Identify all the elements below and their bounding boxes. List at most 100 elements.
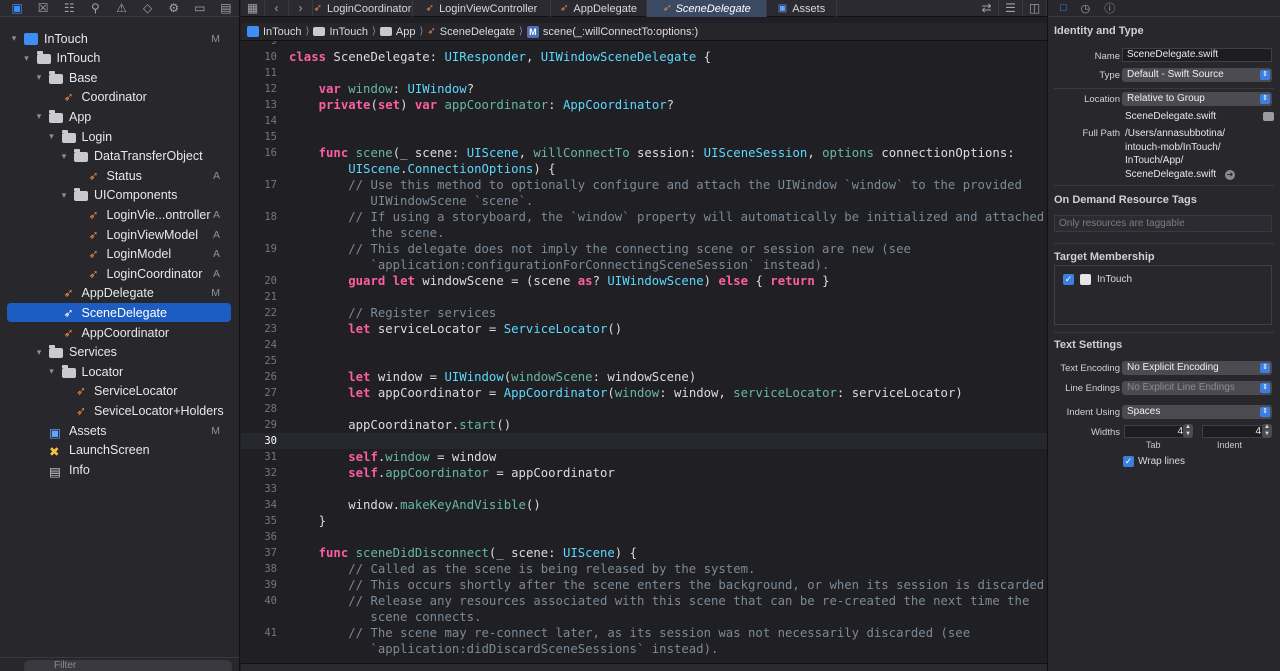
breadcrumb-item[interactable]: InTouch bbox=[247, 26, 302, 38]
code-line[interactable]: // Called as the scene is being released… bbox=[289, 561, 755, 577]
forward-icon[interactable]: › bbox=[289, 0, 313, 16]
tree-item[interactable]: ➶ LoginModel A bbox=[0, 245, 232, 264]
breakpoint-icon[interactable]: ▭ bbox=[187, 0, 213, 17]
debug-icon[interactable]: ⚙ bbox=[161, 0, 187, 17]
filter-input[interactable]: Filter bbox=[24, 660, 232, 671]
code-line[interactable]: let window = UIWindow(windowScene: windo… bbox=[289, 369, 696, 385]
code-line[interactable]: // Use this method to optionally configu… bbox=[289, 177, 1022, 209]
help-inspector-icon[interactable]: ⓘ bbox=[1104, 0, 1115, 16]
breadcrumb-item[interactable]: InTouch bbox=[313, 26, 368, 38]
location-popup[interactable]: Relative to Group ⇕ bbox=[1122, 92, 1272, 106]
disclosure-chevron-icon[interactable]: ▾ bbox=[58, 151, 70, 162]
disclosure-chevron-icon[interactable]: ▾ bbox=[8, 33, 20, 44]
tab-loginviewcontroller[interactable]: ➶ LoginViewController bbox=[413, 0, 551, 17]
test-icon[interactable]: ◇ bbox=[135, 0, 161, 17]
tab-width-field[interactable]: 4 bbox=[1124, 425, 1188, 438]
folder-browse-icon[interactable] bbox=[1263, 112, 1274, 121]
breadcrumb-item[interactable]: Mscene(_:willConnectTo:options:) bbox=[526, 25, 698, 38]
disclosure-chevron-icon[interactable]: ▾ bbox=[33, 111, 45, 122]
tree-item[interactable]: ▾ InTouch bbox=[0, 49, 232, 68]
code-line[interactable]: } bbox=[289, 513, 326, 529]
line-endings-popup[interactable]: No Explicit Line Endings ⇕ bbox=[1122, 381, 1272, 395]
editor-options-icon[interactable]: ☰ bbox=[999, 0, 1023, 16]
disclosure-chevron-icon[interactable]: ▾ bbox=[33, 347, 45, 358]
history-inspector-icon[interactable]: ◷ bbox=[1081, 2, 1091, 15]
code-line[interactable]: var window: UIWindow? bbox=[289, 81, 475, 97]
tree-item[interactable]: ➶ Coordinator bbox=[0, 88, 232, 107]
code-line[interactable]: private(set) var appCoordinator: AppCoor… bbox=[289, 97, 674, 113]
grid-icon[interactable]: ▦ bbox=[241, 0, 265, 16]
checkbox-checked-icon[interactable]: ✓ bbox=[1123, 456, 1134, 467]
refresh-icon[interactable]: ⇄ bbox=[975, 0, 999, 16]
disclosure-chevron-icon[interactable]: ▾ bbox=[33, 72, 45, 83]
tree-item[interactable]: ▾ Base bbox=[0, 68, 232, 87]
code-line[interactable]: appCoordinator.start() bbox=[289, 417, 511, 433]
code-line[interactable]: // The scene may re-connect later, as it… bbox=[289, 625, 970, 657]
odr-tags-field[interactable]: Only resources are taggable bbox=[1054, 215, 1272, 232]
name-field[interactable]: SceneDelegate.swift bbox=[1122, 48, 1272, 62]
tree-item[interactable]: ▾ Login bbox=[0, 127, 232, 146]
reveal-arrow-icon[interactable]: ➜ bbox=[1224, 169, 1235, 180]
code-line[interactable]: class SceneDelegate: UIResponder, UIWind… bbox=[289, 49, 711, 65]
tab-width-stepper[interactable]: ▲ ▼ bbox=[1183, 424, 1193, 438]
code-line[interactable]: let serviceLocator = ServiceLocator() bbox=[289, 321, 622, 337]
back-icon[interactable]: ‹ bbox=[265, 0, 289, 16]
tree-item[interactable]: ➶ LoginVie...ontroller A bbox=[0, 205, 232, 224]
indent-width-stepper[interactable]: ▲ ▼ bbox=[1262, 424, 1272, 438]
disclosure-chevron-icon[interactable]: ▾ bbox=[58, 190, 70, 201]
code-line[interactable]: self.appCoordinator = appCoordinator bbox=[289, 465, 615, 481]
tree-item[interactable]: ➶ LoginCoordinator A bbox=[0, 264, 232, 283]
code-line[interactable]: func scene(_ scene: UIScene, willConnect… bbox=[289, 145, 1015, 177]
code-line[interactable]: // Release any resources associated with… bbox=[289, 593, 1029, 625]
code-line[interactable]: func sceneDidDisconnect(_ scene: UIScene… bbox=[289, 545, 637, 561]
target-row[interactable]: ✓ InTouch bbox=[1063, 274, 1132, 285]
report-icon[interactable]: ▤ bbox=[213, 0, 239, 17]
type-popup[interactable]: Default - Swift Source ⇕ bbox=[1122, 68, 1272, 82]
folder-icon[interactable]: ▣ bbox=[4, 0, 30, 17]
tree-item[interactable]: ➶ LoginViewModel A bbox=[0, 225, 232, 244]
disclosure-chevron-icon[interactable]: ▾ bbox=[21, 53, 33, 64]
tree-item[interactable]: ➶ AppCoordinator bbox=[0, 323, 232, 342]
tab-logincoordinator[interactable]: ➶ LoginCoordinator bbox=[313, 0, 413, 17]
tree-item[interactable]: ➶ SceneDelegate bbox=[7, 303, 231, 323]
issue-icon[interactable]: ⚠ bbox=[108, 0, 134, 17]
symbol-icon[interactable]: ☷ bbox=[56, 0, 82, 17]
code-line[interactable]: // This delegate does not imply the conn… bbox=[289, 241, 911, 273]
tree-item[interactable]: ✖ LaunchScreen bbox=[0, 441, 232, 460]
source-editor[interactable]: 9 10 class SceneDelegate: UIResponder, UIW… bbox=[241, 41, 1047, 663]
indent-using-popup[interactable]: Spaces ⇕ bbox=[1122, 405, 1272, 419]
indent-width-field[interactable]: 4 bbox=[1202, 425, 1266, 438]
tree-item[interactable]: ▤ Info bbox=[0, 460, 232, 479]
tab-appdelegate[interactable]: ➶ AppDelegate bbox=[551, 0, 647, 17]
tree-item[interactable]: ➶ AppDelegate M bbox=[0, 284, 232, 303]
tree-item[interactable]: ▣ Assets M bbox=[0, 421, 232, 440]
code-line[interactable]: // This occurs shortly after the scene e… bbox=[289, 577, 1047, 593]
tree-item[interactable]: ➶ ServiceLocator bbox=[0, 382, 232, 401]
breadcrumb-item[interactable]: ➶ SceneDelegate bbox=[427, 26, 515, 38]
checkbox-checked-icon[interactable]: ✓ bbox=[1063, 274, 1074, 285]
disclosure-chevron-icon[interactable]: ▾ bbox=[46, 366, 58, 377]
tree-item[interactable]: ➶ SeviceLocator+Holders bbox=[0, 401, 232, 420]
code-line[interactable]: // Register services bbox=[289, 305, 496, 321]
tab-assets[interactable]: ▣ Assets bbox=[767, 0, 837, 17]
disclosure-chevron-icon[interactable]: ▾ bbox=[46, 131, 58, 142]
wrap-lines-option[interactable]: ✓ Wrap lines bbox=[1123, 456, 1185, 467]
code-line[interactable]: guard let windowScene = (scene as? UIWin… bbox=[289, 273, 829, 289]
code-line[interactable]: let appCoordinator = AppCoordinator(wind… bbox=[289, 385, 963, 401]
encoding-popup[interactable]: No Explicit Encoding ⇕ bbox=[1122, 361, 1272, 375]
code-line[interactable]: window.makeKeyAndVisible() bbox=[289, 497, 541, 513]
tree-item[interactable]: ▾ Services bbox=[0, 343, 232, 362]
tab-scenedelegate[interactable]: ➶ SceneDelegate bbox=[647, 0, 767, 17]
tree-item[interactable]: ▾ InTouch M bbox=[0, 29, 232, 48]
tree-item[interactable]: ➶ Status A bbox=[0, 166, 232, 185]
source-control-icon[interactable]: ☒ bbox=[30, 0, 56, 17]
split-editor-icon[interactable]: ◫ bbox=[1023, 0, 1047, 16]
tree-item[interactable]: ▾ App bbox=[0, 107, 232, 126]
code-line[interactable]: // If using a storyboard, the `window` p… bbox=[289, 209, 1047, 241]
tree-item[interactable]: ▾ DataTransferObject bbox=[0, 147, 232, 166]
code-line[interactable]: self.window = window bbox=[289, 449, 496, 465]
tree-item[interactable]: ▾ UIComponents bbox=[0, 186, 232, 205]
breadcrumb-item[interactable]: App bbox=[379, 26, 415, 38]
file-inspector-icon[interactable]: □ bbox=[1060, 2, 1067, 14]
tree-item[interactable]: ▾ Locator bbox=[0, 362, 232, 381]
